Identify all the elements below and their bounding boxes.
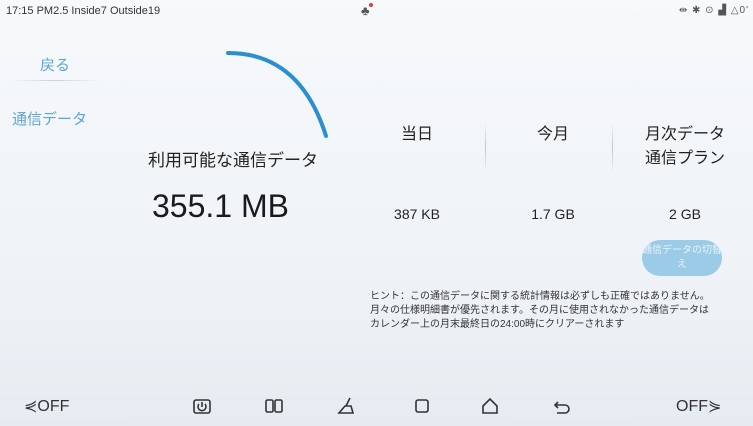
today-header: 当日 bbox=[400, 126, 433, 143]
clean-icon[interactable] bbox=[334, 394, 358, 418]
hint-text: ヒント：この通信データに関する統計情報は必ずしも正確ではありません。 月々の仕様… bbox=[370, 290, 740, 332]
status-bar: 17:15 PM2.5 Inside7 Outside19 ♣ ⇹ ✱ ⊙ ▟ … bbox=[0, 0, 753, 24]
left-climate-off-button[interactable]: ⋞OFF bbox=[24, 396, 69, 416]
power-icon[interactable] bbox=[190, 394, 214, 418]
split-screen-icon[interactable] bbox=[262, 394, 286, 418]
sidebar-divider bbox=[10, 80, 100, 81]
today-usage-value: 387 KB bbox=[394, 206, 440, 222]
hint-line: カレンダー上の月末最終日の24:00時にクリアーされます bbox=[370, 319, 625, 330]
column-divider bbox=[485, 122, 486, 174]
left-off-label: OFF bbox=[37, 398, 70, 415]
monthly-plan-header-line2: 通信プラン bbox=[644, 150, 725, 167]
month-usage-value: 1.7 GB bbox=[531, 206, 575, 222]
home-icon[interactable] bbox=[478, 394, 502, 418]
data-usage-gauge-arc bbox=[226, 51, 328, 138]
status-right-text: 0' bbox=[739, 5, 749, 16]
back-button[interactable]: 戻る bbox=[40, 54, 70, 75]
this-month-header: 今月 bbox=[536, 126, 569, 143]
hint-line: ヒント：この通信データに関する統計情報は必ずしも正確ではありません。 bbox=[370, 291, 710, 302]
status-text: 17:15 PM2.5 Inside7 Outside19 bbox=[6, 5, 161, 17]
signal-icon: ▟ bbox=[718, 5, 728, 16]
monthly-plan-header: 月次データ 通信プラン bbox=[630, 123, 740, 171]
bluetooth-icon: ✱ bbox=[691, 5, 702, 16]
status-icons: ⇹ ✱ ⊙ ▟ △0' bbox=[679, 5, 749, 16]
usb-icon: ⇹ bbox=[678, 5, 689, 16]
plan-value: 2 GB bbox=[669, 206, 701, 222]
warning-icon: △ bbox=[730, 5, 740, 16]
recent-apps-icon[interactable] bbox=[410, 394, 434, 418]
monthly-plan-header-line1: 月次データ bbox=[644, 126, 725, 143]
notification-icon: ♣ bbox=[361, 3, 373, 18]
left-seat-icon: ⋞ bbox=[24, 398, 38, 415]
bottom-nav-bar: ⋞OFF OFF⋟ bbox=[0, 390, 753, 426]
sidebar-item-mobile-data[interactable]: 通信データ bbox=[12, 108, 87, 129]
right-off-label: OFF bbox=[676, 398, 708, 415]
column-divider bbox=[612, 122, 613, 174]
back-icon[interactable] bbox=[550, 394, 574, 418]
available-data-value: 355.1 MB bbox=[152, 188, 289, 224]
right-climate-off-button[interactable]: OFF⋟ bbox=[676, 396, 721, 416]
hint-line: 月々の仕様明細書が優先されます。その月に使用されなかった通信データは bbox=[370, 305, 709, 316]
right-seat-icon: ⋟ bbox=[708, 398, 722, 415]
available-data-label: 利用可能な通信データ bbox=[148, 151, 318, 170]
switch-data-button[interactable]: 通信データの切替え bbox=[642, 240, 722, 276]
location-icon: ⊙ bbox=[705, 5, 715, 16]
